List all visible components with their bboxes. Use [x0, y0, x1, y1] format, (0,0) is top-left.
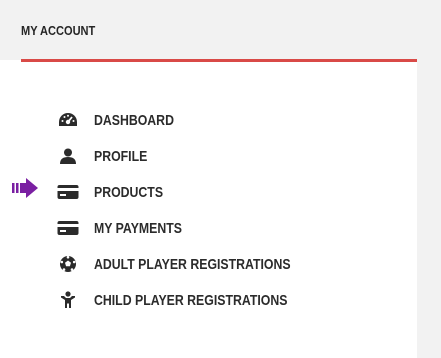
- account-header: MY ACCOUNT: [21, 0, 417, 60]
- menu-item-my-payments[interactable]: MY PAYMENTS: [57, 210, 334, 246]
- menu-item-label: PRODUCTS: [94, 183, 164, 201]
- menu-item-label: DASHBOARD: [94, 111, 174, 129]
- menu-item-dashboard[interactable]: DASHBOARD: [57, 102, 334, 138]
- menu-item-label: PROFILE: [94, 147, 148, 165]
- menu-item-label: ADULT PLAYER REGISTRATIONS: [94, 255, 291, 273]
- title-divider: [21, 59, 417, 62]
- menu-item-child-player-registrations[interactable]: CHILD PLAYER REGISTRATIONS: [57, 282, 334, 318]
- menu-item-adult-player-registrations[interactable]: ADULT PLAYER REGISTRATIONS: [57, 246, 334, 282]
- dashboard-gauge-icon: [57, 109, 79, 131]
- user-icon: [57, 145, 79, 167]
- page-title: MY ACCOUNT: [21, 23, 96, 38]
- soccer-ball-icon: [57, 253, 79, 275]
- account-menu: DASHBOARD PROFILE PRODUCTS MY PAYMENTS A…: [57, 102, 334, 318]
- menu-item-label: MY PAYMENTS: [94, 219, 182, 237]
- menu-item-label: CHILD PLAYER REGISTRATIONS: [94, 291, 288, 309]
- credit-card-icon: [57, 217, 79, 239]
- credit-card-icon: [57, 181, 79, 203]
- menu-item-products[interactable]: PRODUCTS: [57, 174, 334, 210]
- child-icon: [57, 289, 79, 311]
- left-margin: [0, 60, 21, 358]
- menu-item-profile[interactable]: PROFILE: [57, 138, 334, 174]
- pointer-arrow-icon: [12, 178, 38, 198]
